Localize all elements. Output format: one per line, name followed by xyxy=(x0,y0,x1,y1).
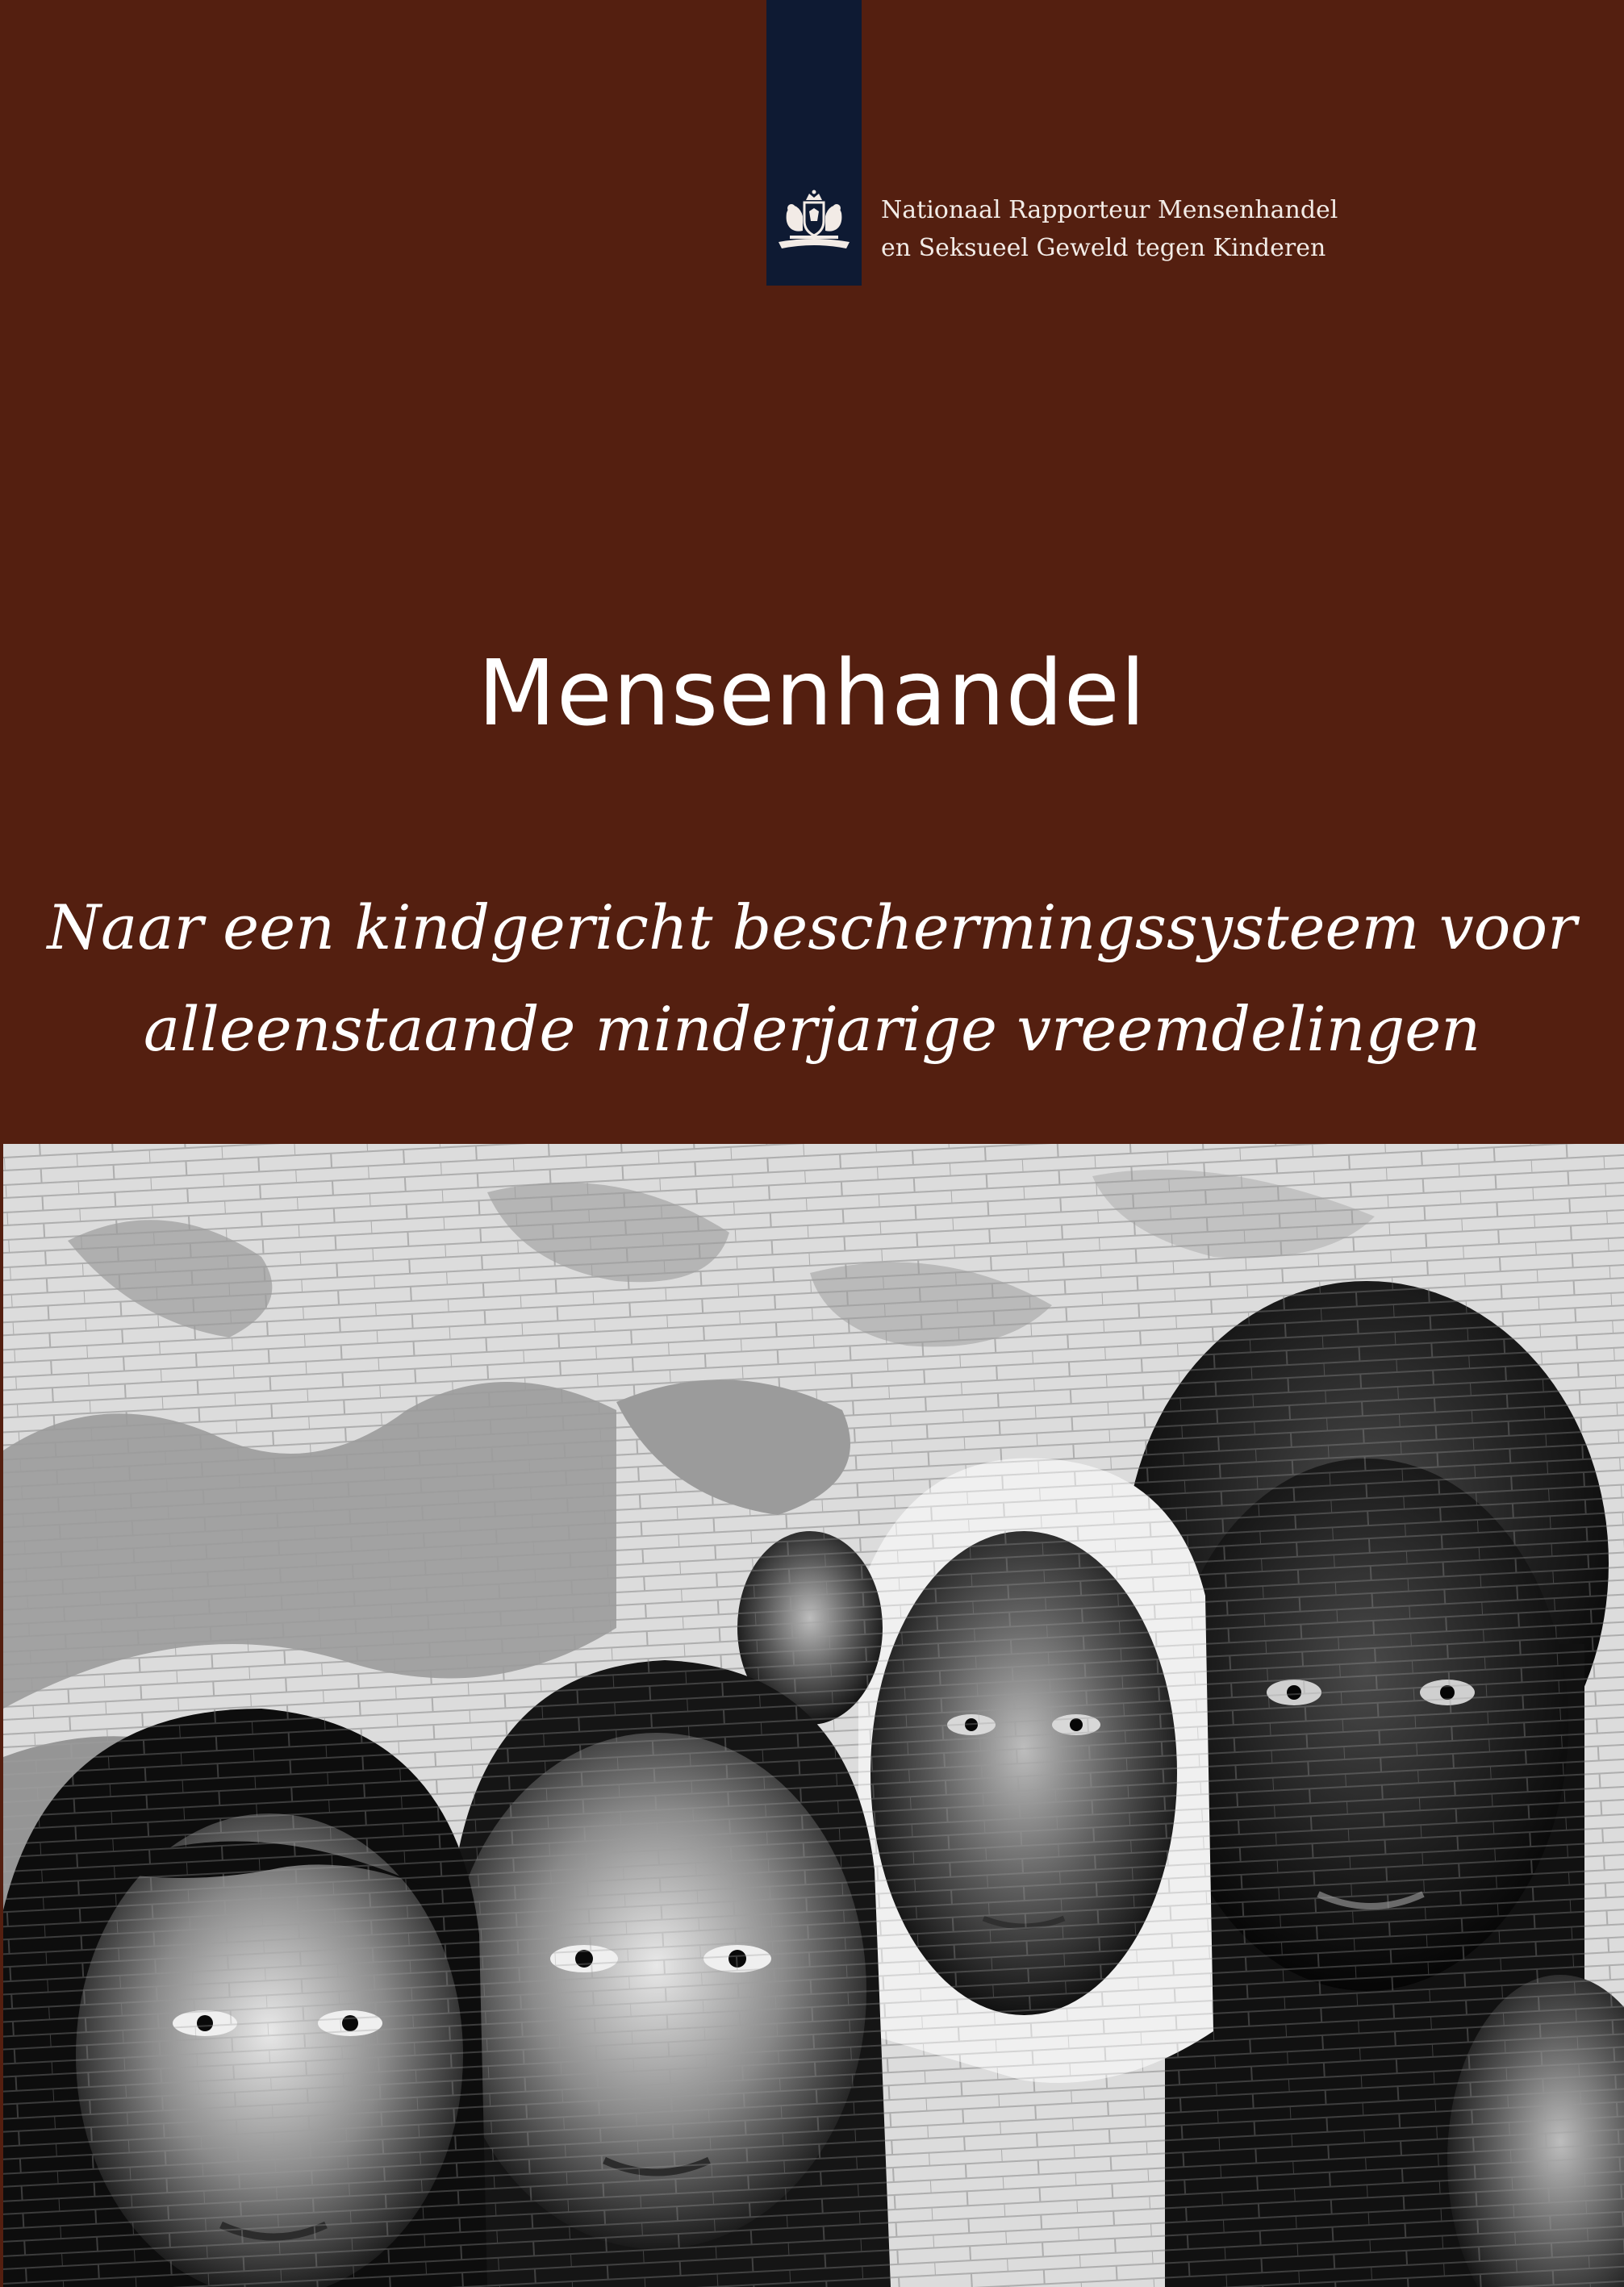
mural-faces-photo xyxy=(3,1144,1624,2287)
report-subtitle-line2: alleenstaande minderjarige vreemdelingen xyxy=(143,993,1481,1065)
report-subtitle-line1: Naar een kindgericht beschermingssysteem… xyxy=(47,891,1577,963)
report-subtitle: Naar een kindgericht beschermingssysteem… xyxy=(0,877,1624,1080)
coat-of-arms-icon xyxy=(779,190,850,248)
cover-header-panel: Nationaal Rapporteur Mensenhandel en Sek… xyxy=(0,0,1624,1144)
organization-name: Nationaal Rapporteur Mensenhandel en Sek… xyxy=(881,191,1338,267)
organization-name-line2: en Seksueel Geweld tegen Kinderen xyxy=(881,234,1326,262)
report-cover: Nationaal Rapporteur Mensenhandel en Sek… xyxy=(0,0,1624,2287)
organization-name-line1: Nationaal Rapporteur Mensenhandel xyxy=(881,196,1338,224)
report-title: Mensenhandel xyxy=(478,641,1146,746)
